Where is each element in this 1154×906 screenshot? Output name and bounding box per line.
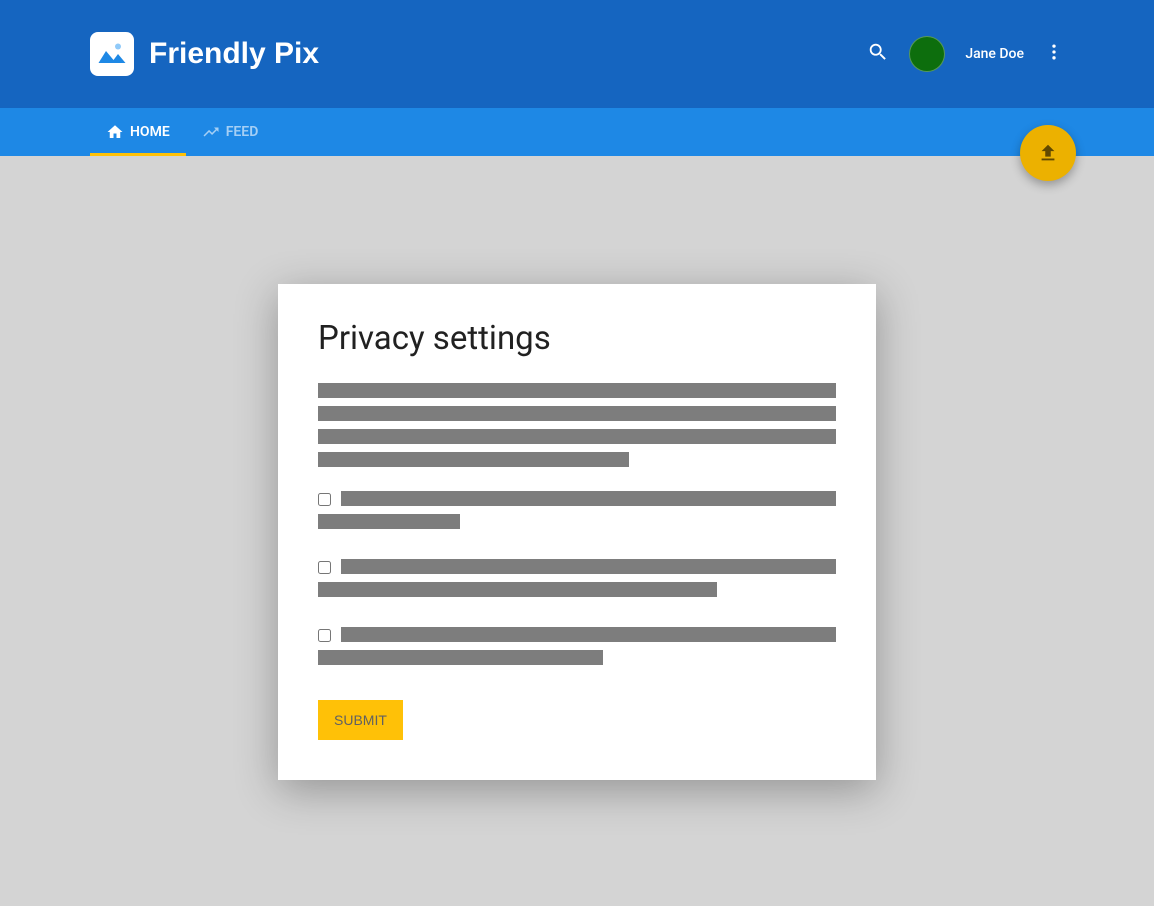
header-right: Jane Doe — [867, 36, 1064, 72]
privacy-settings-card: Privacy settings — [278, 284, 876, 780]
tab-feed[interactable]: FEED — [186, 108, 275, 156]
privacy-option-3-label — [341, 627, 836, 673]
more-menu-icon[interactable] — [1044, 42, 1064, 66]
card-title: Privacy settings — [318, 319, 836, 358]
submit-button[interactable]: SUBMIT — [318, 700, 403, 740]
privacy-checkbox-2[interactable] — [318, 561, 331, 574]
privacy-option-3 — [318, 627, 836, 673]
trending-icon — [202, 123, 220, 141]
upload-fab[interactable] — [1020, 125, 1076, 181]
privacy-option-2-label — [341, 559, 836, 605]
home-icon — [106, 123, 124, 141]
tab-home-label: HOME — [130, 124, 170, 140]
search-icon[interactable] — [867, 41, 889, 67]
main-content: Privacy settings — [0, 156, 1154, 780]
tabs-bar: HOME FEED — [0, 108, 1154, 156]
privacy-checkbox-3[interactable] — [318, 629, 331, 642]
upload-icon — [1037, 142, 1059, 164]
username-label: Jane Doe — [965, 46, 1024, 62]
tab-home[interactable]: HOME — [90, 108, 186, 156]
privacy-option-1-label — [341, 491, 836, 537]
app-title: Friendly Pix — [149, 37, 319, 71]
description-text — [318, 383, 836, 467]
app-header: Friendly Pix Jane Doe — [0, 0, 1154, 108]
tab-feed-label: FEED — [226, 124, 259, 140]
privacy-option-2 — [318, 559, 836, 605]
logo-section: Friendly Pix — [90, 32, 319, 76]
privacy-checkbox-1[interactable] — [318, 493, 331, 506]
privacy-option-1 — [318, 491, 836, 537]
app-logo-icon — [90, 32, 134, 76]
user-avatar[interactable] — [909, 36, 945, 72]
